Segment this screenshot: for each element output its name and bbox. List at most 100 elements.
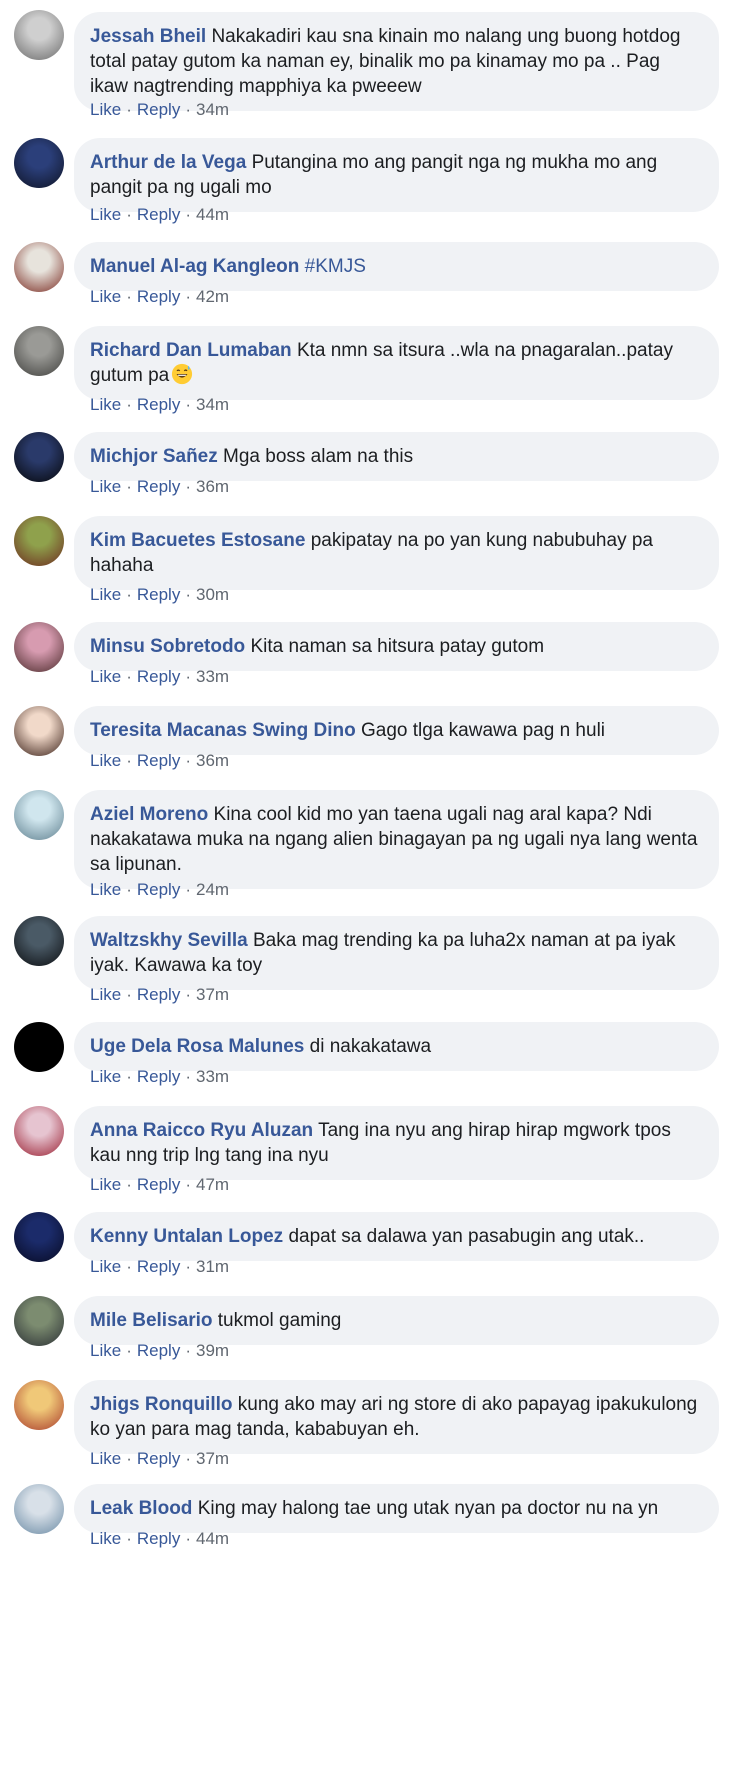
avatar[interactable] [14, 138, 64, 188]
comment-author[interactable]: Jessah Bheil [90, 26, 206, 47]
comment-actions: Like · Reply · 44m [90, 1529, 229, 1549]
comment-time[interactable]: 42m [196, 287, 229, 306]
avatar[interactable] [14, 1106, 64, 1156]
comment-bubble: Mile Belisario tukmol gaming [74, 1296, 719, 1345]
avatar[interactable] [14, 326, 64, 376]
separator: · [126, 1529, 132, 1548]
avatar[interactable] [14, 1484, 64, 1534]
comment-time[interactable]: 44m [196, 1529, 229, 1548]
avatar[interactable] [14, 432, 64, 482]
avatar[interactable] [14, 1022, 64, 1072]
like-button[interactable]: Like [90, 880, 121, 899]
like-button[interactable]: Like [90, 100, 121, 119]
grinning-sweat-emoji [172, 363, 193, 385]
like-button[interactable]: Like [90, 1529, 121, 1548]
reply-button[interactable]: Reply [137, 1341, 180, 1360]
comment-time[interactable]: 37m [196, 1449, 229, 1468]
reply-button[interactable]: Reply [137, 667, 180, 686]
like-button[interactable]: Like [90, 1257, 121, 1276]
comment-bubble: Kim Bacuetes Estosane pakipatay na po ya… [74, 516, 719, 590]
reply-button[interactable]: Reply [137, 100, 180, 119]
comment-list: Jessah Bheil Nakakadiri kau sna kinain m… [0, 0, 750, 1767]
like-button[interactable]: Like [90, 585, 121, 604]
reply-button[interactable]: Reply [137, 205, 180, 224]
comment-time[interactable]: 36m [196, 751, 229, 770]
reply-button[interactable]: Reply [137, 585, 180, 604]
comment-author[interactable]: Leak Blood [90, 1498, 192, 1519]
comment-author[interactable]: Arthur de la Vega [90, 152, 246, 173]
comment-author[interactable]: Aziel Moreno [90, 804, 208, 825]
comment-bubble: Anna Raicco Ryu Aluzan Tang ina nyu ang … [74, 1106, 719, 1180]
comment-text: dapat sa dalawa yan pasabugin ang utak.. [288, 1226, 645, 1247]
avatar[interactable] [14, 790, 64, 840]
reply-button[interactable]: Reply [137, 1175, 180, 1194]
comment-author[interactable]: Manuel Al-ag Kangleon [90, 256, 299, 277]
comment-time[interactable]: 30m [196, 585, 229, 604]
comment-time[interactable]: 47m [196, 1175, 229, 1194]
comment-time[interactable]: 34m [196, 100, 229, 119]
comment-text: Gago tlga kawawa pag n huli [361, 720, 606, 741]
comment-time[interactable]: 34m [196, 395, 229, 414]
avatar[interactable] [14, 1380, 64, 1430]
avatar[interactable] [14, 1212, 64, 1262]
reply-button[interactable]: Reply [137, 985, 180, 1004]
comment-time[interactable]: 39m [196, 1341, 229, 1360]
comment-author[interactable]: Uge Dela Rosa Malunes [90, 1036, 304, 1057]
like-button[interactable]: Like [90, 1341, 121, 1360]
avatar[interactable] [14, 10, 64, 60]
comment-time[interactable]: 31m [196, 1257, 229, 1276]
comment-author[interactable]: Kim Bacuetes Estosane [90, 530, 305, 551]
comment-actions: Like · Reply · 42m [90, 287, 229, 307]
comment-time[interactable]: 33m [196, 667, 229, 686]
comment-author[interactable]: Anna Raicco Ryu Aluzan [90, 1120, 313, 1141]
reply-button[interactable]: Reply [137, 395, 180, 414]
reply-button[interactable]: Reply [137, 287, 180, 306]
avatar[interactable] [14, 1296, 64, 1346]
separator: · [185, 100, 191, 119]
reply-button[interactable]: Reply [137, 751, 180, 770]
comment-text: King may halong tae ung utak nyan pa doc… [197, 1498, 659, 1519]
avatar[interactable] [14, 516, 64, 566]
like-button[interactable]: Like [90, 1067, 121, 1086]
reply-button[interactable]: Reply [137, 477, 180, 496]
like-button[interactable]: Like [90, 477, 121, 496]
reply-button[interactable]: Reply [137, 1449, 180, 1468]
comment-time[interactable]: 37m [196, 985, 229, 1004]
avatar[interactable] [14, 916, 64, 966]
like-button[interactable]: Like [90, 667, 121, 686]
like-button[interactable]: Like [90, 985, 121, 1004]
avatar[interactable] [14, 622, 64, 672]
like-button[interactable]: Like [90, 751, 121, 770]
comment-author[interactable]: Jhigs Ronquillo [90, 1394, 233, 1415]
like-button[interactable]: Like [90, 1175, 121, 1194]
comment-time[interactable]: 33m [196, 1067, 229, 1086]
like-button[interactable]: Like [90, 395, 121, 414]
avatar[interactable] [14, 706, 64, 756]
comment-author[interactable]: Mile Belisario [90, 1310, 213, 1331]
comment-author[interactable]: Richard Dan Lumaban [90, 340, 292, 361]
like-button[interactable]: Like [90, 205, 121, 224]
reply-button[interactable]: Reply [137, 1257, 180, 1276]
avatar[interactable] [14, 242, 64, 292]
comment-bubble: Michjor Sañez Mga boss alam na this [74, 432, 719, 481]
comment-time[interactable]: 36m [196, 477, 229, 496]
comment-author[interactable]: Teresita Macanas Swing Dino [90, 720, 356, 741]
comment-actions: Like · Reply · 34m [90, 395, 229, 415]
comment-time[interactable]: 24m [196, 880, 229, 899]
reply-button[interactable]: Reply [137, 880, 180, 899]
comment-author[interactable]: Kenny Untalan Lopez [90, 1226, 283, 1247]
separator: · [126, 477, 132, 496]
comment-bubble: Waltzskhy Sevilla Baka mag trending ka p… [74, 916, 719, 990]
like-button[interactable]: Like [90, 1449, 121, 1468]
like-button[interactable]: Like [90, 287, 121, 306]
comment-author[interactable]: Waltzskhy Sevilla [90, 930, 248, 951]
reply-button[interactable]: Reply [137, 1529, 180, 1548]
comment-bubble: Jessah Bheil Nakakadiri kau sna kinain m… [74, 12, 719, 111]
hashtag-link[interactable]: #KMJS [305, 256, 366, 277]
comment-time[interactable]: 44m [196, 205, 229, 224]
separator: · [185, 751, 191, 770]
separator: · [126, 287, 132, 306]
comment-author[interactable]: Michjor Sañez [90, 446, 218, 467]
reply-button[interactable]: Reply [137, 1067, 180, 1086]
comment-author[interactable]: Minsu Sobretodo [90, 636, 245, 657]
